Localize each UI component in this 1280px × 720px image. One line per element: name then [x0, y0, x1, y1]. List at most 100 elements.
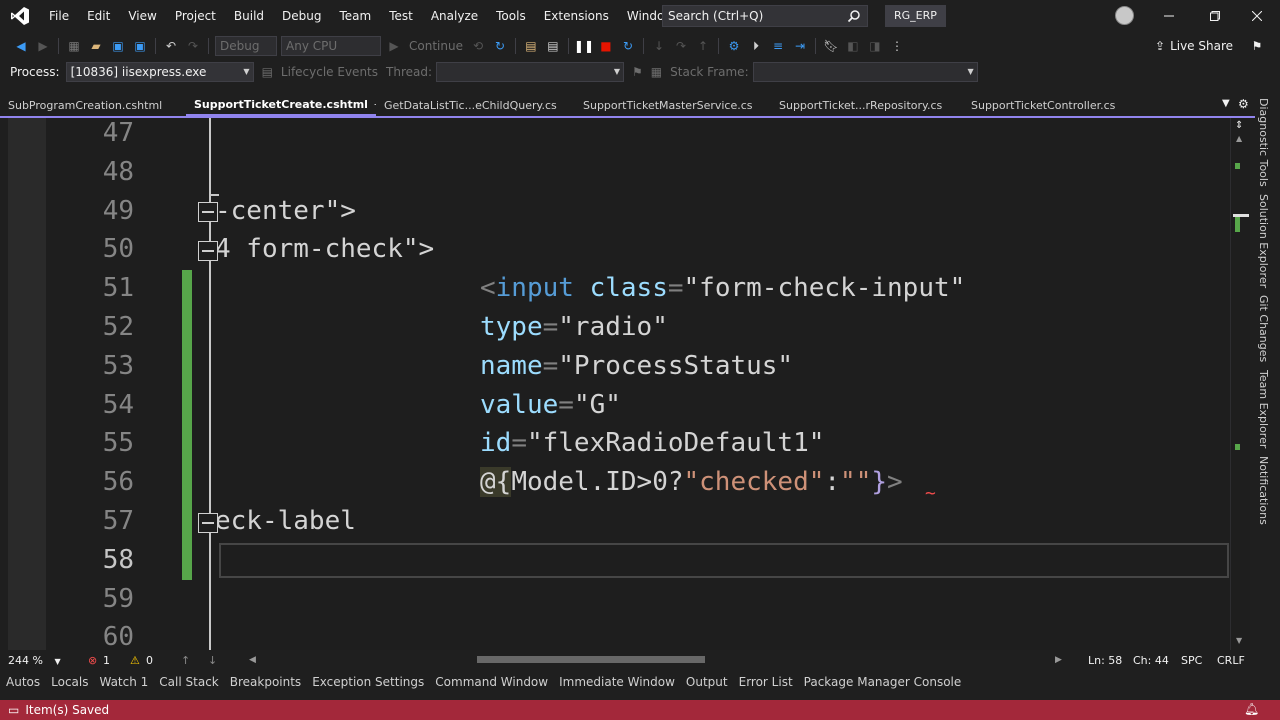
folder-icon[interactable]: ▤: [522, 37, 540, 55]
refresh-icon[interactable]: ↻: [491, 37, 509, 55]
menu-tools[interactable]: Tools: [487, 0, 535, 32]
horizontal-scrollbar-thumb[interactable]: [477, 656, 705, 663]
menu-view[interactable]: View: [119, 0, 165, 32]
tab-package-manager-console[interactable]: Package Manager Console: [804, 675, 962, 689]
tab-exception-settings[interactable]: Exception Settings: [312, 675, 424, 689]
process-select[interactable]: [10836] iisexpress.exe ▼: [65, 62, 254, 82]
bookmark-icon[interactable]: 🔖︎: [822, 37, 840, 55]
format-icon[interactable]: ≡: [769, 37, 787, 55]
tab-error-list[interactable]: Error List: [739, 675, 793, 689]
gear-icon[interactable]: ⚙: [1238, 97, 1249, 111]
tab-immediate-window[interactable]: Immediate Window: [559, 675, 675, 689]
tab-call-stack[interactable]: Call Stack: [159, 675, 218, 689]
step-into-icon[interactable]: ↓: [650, 37, 668, 55]
lifecycle-events-icon[interactable]: ▤: [262, 65, 273, 79]
split-view-icon[interactable]: ⇕: [1235, 120, 1243, 131]
prev-bookmark-icon[interactable]: ◧: [844, 37, 862, 55]
open-folder-icon[interactable]: ▰: [87, 37, 105, 55]
column-indicator[interactable]: Ch: 44: [1133, 654, 1169, 667]
pause-icon[interactable]: ❚❚: [574, 37, 594, 55]
whitespace-indicator[interactable]: SPC: [1181, 654, 1202, 667]
menu-extensions[interactable]: Extensions: [535, 0, 618, 32]
indent-icon[interactable]: ⇥: [791, 37, 809, 55]
error-squiggle[interactable]: ~: [925, 485, 936, 503]
scroll-up-icon[interactable]: ▲: [1236, 134, 1242, 143]
zoom-select[interactable]: 244 % ▼: [8, 654, 61, 667]
side-tab-solution-explorer[interactable]: Solution Explorer: [1257, 194, 1270, 288]
configuration-select[interactable]: Debug: [215, 36, 277, 56]
tab-getdatalist[interactable]: GetDataListTic...eChildQuery.cs: [376, 96, 575, 116]
redo-icon[interactable]: ↷: [184, 37, 202, 55]
visual-studio-logo-icon[interactable]: [0, 0, 40, 32]
code-editor[interactable]: 47 48 49 -center"> 50 4 form-check"> 51 …: [8, 118, 1230, 650]
toolbar-overflow-icon[interactable]: ⋮: [888, 37, 906, 55]
close-window-icon[interactable]: [1234, 0, 1280, 32]
notifications-icon[interactable]: 🔔︎: [1244, 702, 1259, 716]
minimize-icon[interactable]: [1146, 0, 1192, 32]
save-icon[interactable]: ▣: [109, 37, 127, 55]
tab-mastertservice[interactable]: SupportTicketMasterService.cs: [575, 96, 771, 116]
thread-select[interactable]: ▼: [436, 62, 625, 82]
navigate-back-icon[interactable]: ◀: [12, 37, 30, 55]
previous-issue-icon[interactable]: ↑: [181, 654, 190, 667]
continue-button[interactable]: Continue: [409, 39, 463, 53]
stack-frame-select[interactable]: ▼: [752, 62, 978, 82]
tab-repository[interactable]: SupportTicket...rRepository.cs: [771, 96, 963, 116]
new-project-icon[interactable]: ▦: [65, 37, 83, 55]
next-issue-icon[interactable]: ↓: [208, 654, 217, 667]
tab-autos[interactable]: Autos: [6, 675, 40, 689]
line-indicator[interactable]: Ln: 58: [1088, 654, 1122, 667]
collapse-icon[interactable]: [198, 513, 218, 533]
menu-file[interactable]: File: [40, 0, 78, 32]
warning-icon[interactable]: ⚠: [130, 654, 140, 667]
tab-supportticketcreate[interactable]: SupportTicketCreate.cshtml ⊸ ✕: [186, 96, 376, 116]
undo-icon[interactable]: ↶: [162, 37, 180, 55]
menu-project[interactable]: Project: [166, 0, 225, 32]
navigate-forward-icon[interactable]: ▶: [34, 37, 52, 55]
scroll-left-icon[interactable]: ◀: [249, 655, 256, 665]
tab-watch-1[interactable]: Watch 1: [99, 675, 148, 689]
lifecycle-events-button[interactable]: Lifecycle Events: [281, 65, 378, 79]
platform-select[interactable]: Any CPU: [281, 36, 381, 56]
menu-edit[interactable]: Edit: [78, 0, 119, 32]
step-out-icon[interactable]: ↑: [694, 37, 712, 55]
side-tab-git-changes[interactable]: Git Changes: [1257, 295, 1270, 362]
stop-icon[interactable]: ■: [597, 37, 615, 55]
menu-test[interactable]: Test: [380, 0, 422, 32]
tab-breakpoints[interactable]: Breakpoints: [230, 675, 301, 689]
thread-filter-icon[interactable]: ▦: [651, 65, 662, 79]
save-all-icon[interactable]: ▣: [131, 37, 149, 55]
live-share-button[interactable]: ⇪ Live Share: [1155, 39, 1233, 53]
scroll-right-icon[interactable]: ▶: [1055, 655, 1062, 665]
collapse-icon[interactable]: [198, 202, 218, 222]
error-icon[interactable]: ⊗: [88, 654, 97, 667]
vertical-scrollbar[interactable]: ⇕ ▲ ▼: [1230, 118, 1250, 650]
next-bookmark-icon[interactable]: ◨: [866, 37, 884, 55]
avatar[interactable]: [1115, 6, 1134, 25]
tab-command-window[interactable]: Command Window: [435, 675, 548, 689]
collapse-icon[interactable]: [198, 241, 218, 261]
attach-icon[interactable]: ⟲: [469, 37, 487, 55]
diagnostics-icon[interactable]: ⚙: [725, 37, 743, 55]
menu-build[interactable]: Build: [225, 0, 273, 32]
tab-locals[interactable]: Locals: [51, 675, 88, 689]
breakpoint-icon[interactable]: ⏵: [747, 37, 765, 55]
warning-count[interactable]: 0: [146, 654, 153, 667]
menu-debug[interactable]: Debug: [273, 0, 330, 32]
menu-analyze[interactable]: Analyze: [422, 0, 487, 32]
search-input[interactable]: Search (Ctrl+Q): [662, 5, 868, 27]
restart-icon[interactable]: ↻: [619, 37, 637, 55]
continue-icon[interactable]: ▶: [385, 37, 403, 55]
side-tab-diagnostic-tools[interactable]: Diagnostic Tools: [1257, 98, 1270, 187]
flag-thread-icon[interactable]: ⚑: [632, 65, 643, 79]
solution-name-badge[interactable]: RG_ERP: [885, 5, 946, 27]
scroll-down-icon[interactable]: ▼: [1236, 636, 1242, 645]
tab-subprogramcreation[interactable]: SubProgramCreation.cshtml: [0, 96, 186, 116]
menu-team[interactable]: Team: [330, 0, 380, 32]
tab-list-dropdown-icon[interactable]: ▼: [1222, 98, 1230, 109]
layout-icon[interactable]: ▤: [544, 37, 562, 55]
maximize-icon[interactable]: [1192, 0, 1238, 32]
tab-output[interactable]: Output: [686, 675, 728, 689]
side-tab-team-explorer[interactable]: Team Explorer: [1257, 370, 1270, 448]
error-count[interactable]: 1: [103, 654, 110, 667]
